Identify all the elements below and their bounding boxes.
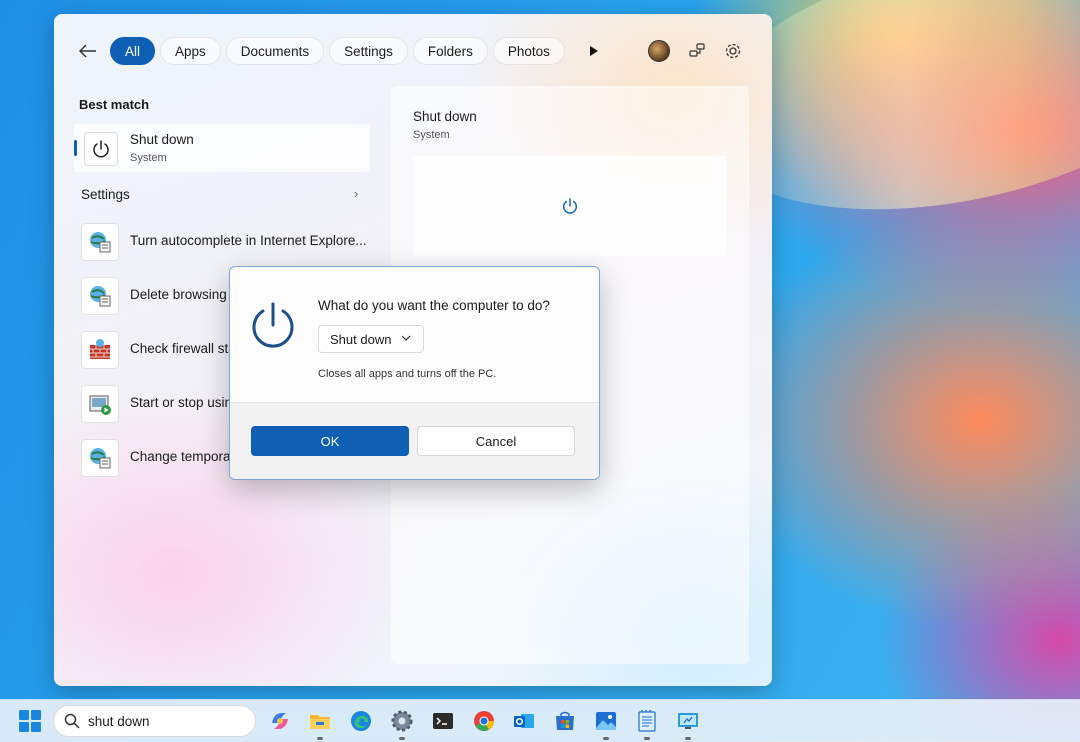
taskbar-search-box[interactable]: shut down [53, 705, 256, 737]
internet-options-icon [81, 223, 119, 261]
store-icon[interactable] [552, 708, 578, 734]
power-icon [84, 132, 118, 166]
internet-options-icon [81, 439, 119, 477]
search-filter-bar: All Apps Documents Settings Folders Phot… [76, 36, 750, 66]
cancel-button[interactable]: Cancel [417, 426, 575, 456]
shutdown-option-dropdown[interactable]: Shut down [318, 325, 424, 353]
best-match-title: Shut down [130, 132, 194, 147]
copilot-icon[interactable] [267, 708, 293, 734]
filter-apps[interactable]: Apps [160, 37, 221, 65]
chevron-right-icon[interactable]: › [354, 186, 358, 201]
preview-open-card[interactable] [413, 156, 727, 256]
power-icon [252, 302, 294, 348]
autoplay-icon [81, 385, 119, 423]
running-indicator [317, 737, 323, 740]
play-arrow-icon [589, 46, 598, 56]
topbar-actions [648, 40, 750, 62]
outlook-icon[interactable] [511, 708, 537, 734]
edge-icon[interactable] [348, 708, 374, 734]
terminal-icon[interactable] [430, 708, 456, 734]
power-icon [562, 198, 578, 214]
filter-documents[interactable]: Documents [225, 37, 325, 65]
windows-start-icon[interactable] [19, 710, 41, 732]
chevron-down-icon [401, 335, 411, 341]
photos-icon[interactable] [593, 708, 619, 740]
taskbar: shut down [0, 699, 1080, 742]
internet-options-icon [81, 277, 119, 315]
running-indicator [399, 737, 405, 740]
dialog-footer: OK Cancel [230, 402, 599, 479]
list-item[interactable]: Turn autocomplete in Internet Explore... [81, 221, 381, 261]
list-item-label: Check firewall sta [130, 341, 236, 356]
option-description: Closes all apps and turns off the PC. [318, 368, 497, 380]
selection-indicator [74, 140, 77, 156]
running-indicator [685, 737, 691, 740]
filter-photos[interactable]: Photos [492, 37, 565, 65]
list-item-label: Change tempora [130, 449, 231, 464]
dropdown-selected-value: Shut down [330, 331, 392, 347]
preview-title: Shut down [413, 109, 477, 124]
dialog-question: What do you want the computer to do? [318, 298, 550, 313]
running-indicator [603, 737, 609, 740]
back-button[interactable] [76, 39, 100, 63]
search-input[interactable]: shut down [88, 714, 150, 729]
more-filters-button[interactable] [580, 37, 608, 65]
avatar[interactable] [648, 40, 670, 62]
list-item-label: Turn autocomplete in Internet Explore... [130, 233, 367, 248]
share-network-icon[interactable] [688, 42, 706, 60]
filter-all[interactable]: All [110, 37, 156, 65]
chrome-icon[interactable] [471, 708, 497, 734]
notepad-icon[interactable] [634, 708, 660, 740]
remote-desktop-icon[interactable] [675, 708, 701, 740]
filter-settings[interactable]: Settings [329, 37, 408, 65]
firewall-icon [81, 331, 119, 369]
shutdown-dialog: What do you want the computer to do? Shu… [229, 266, 600, 480]
file-explorer-icon[interactable] [307, 708, 333, 740]
best-match-item[interactable]: Shut down System [74, 124, 370, 172]
settings-section-heading[interactable]: Settings [81, 187, 130, 202]
running-indicator [644, 737, 650, 740]
settings-icon[interactable] [389, 708, 415, 740]
back-arrow-icon [79, 44, 96, 58]
ok-button[interactable]: OK [251, 426, 409, 456]
list-item-label: Delete browsing [130, 287, 227, 302]
list-item-label: Start or stop usin [130, 395, 233, 410]
preview-subtitle: System [413, 129, 450, 141]
best-match-heading: Best match [79, 97, 150, 112]
gear-icon[interactable] [724, 42, 742, 60]
search-icon [64, 713, 80, 729]
filter-folders[interactable]: Folders [412, 37, 488, 65]
best-match-subtitle: System [130, 152, 167, 164]
